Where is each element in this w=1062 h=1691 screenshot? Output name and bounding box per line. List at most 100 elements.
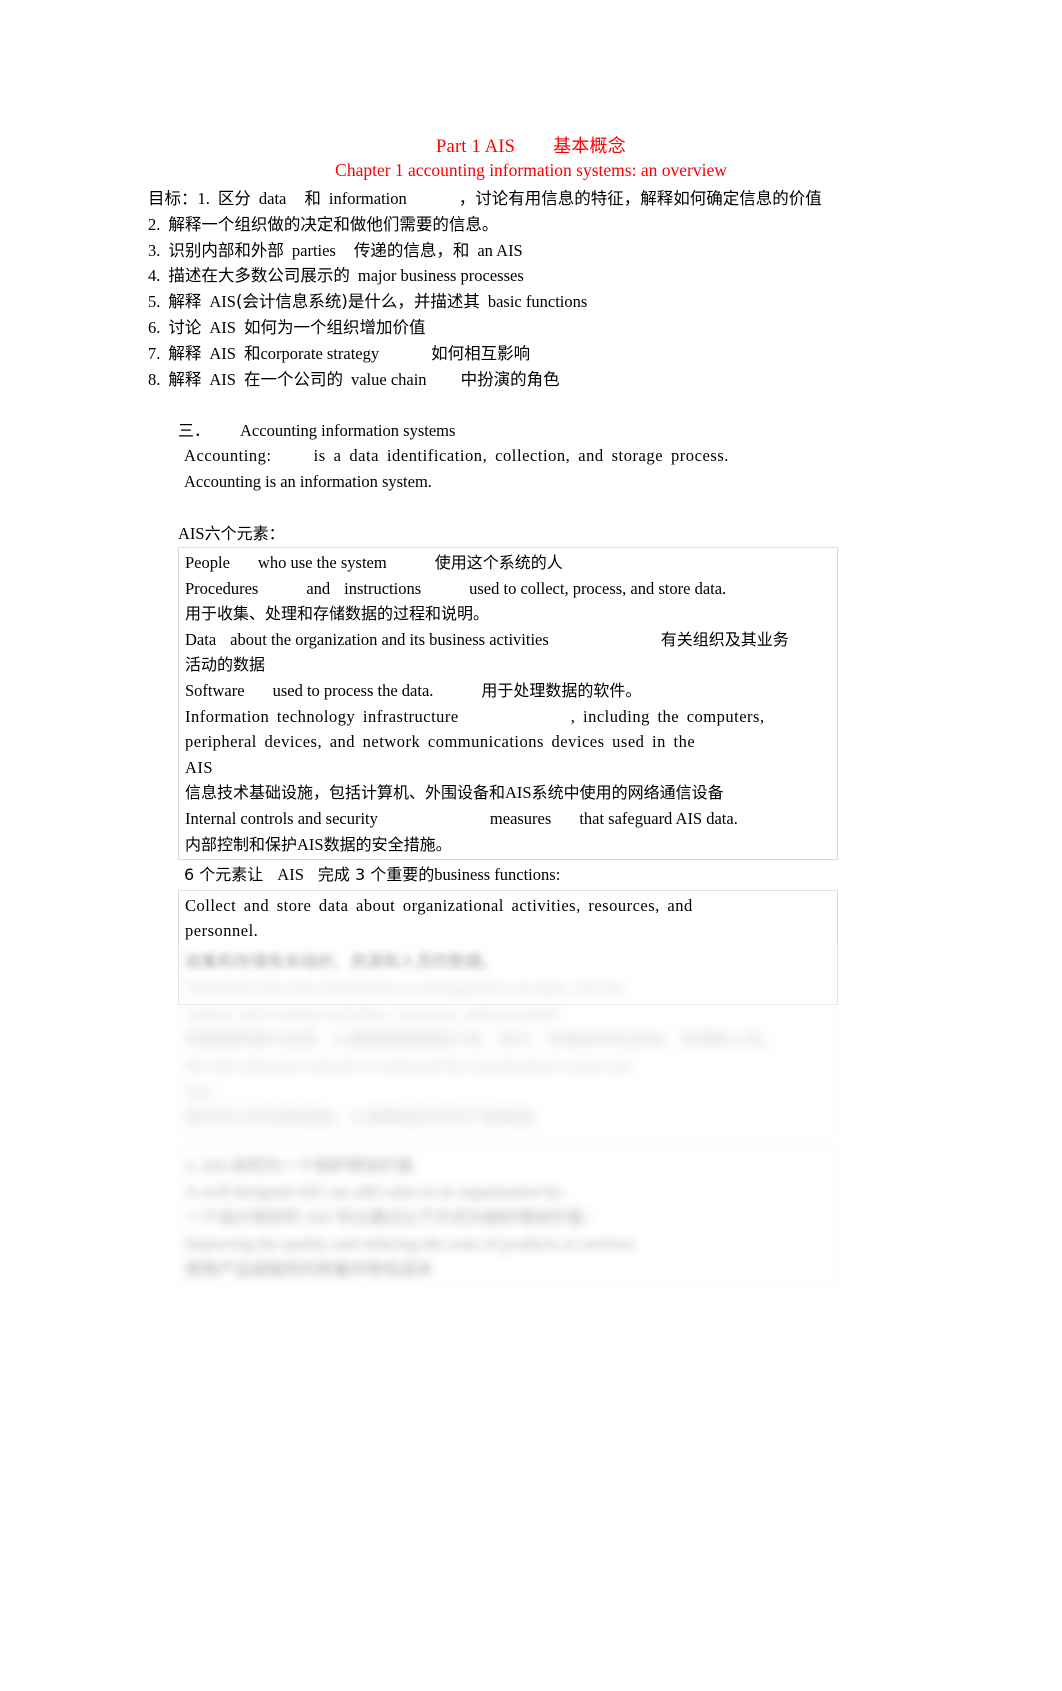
ais-it-zh-a: 信息技术基础设施，包括计算机、外围设备和 <box>185 783 506 803</box>
bf-item-1-line-1: Collect and store data about organizatio… <box>185 895 693 915</box>
ais-element-software: Software used to process the data. 用于处理数据的… <box>185 678 837 704</box>
ais-procedures-zh: 用于收集、处理和存储数据的过程和说明。 <box>185 604 490 624</box>
objective-text-en-b: basic functions <box>487 292 588 312</box>
objective-text-zh-b: 传递的信息，和 <box>353 240 470 260</box>
ais-term-it-infrastructure: Information technology infrastructure <box>185 706 459 726</box>
bf-lead-zh-a: 6 个元素让 <box>184 865 264 885</box>
obscured-block-1: 收集和存储有关组织、资源和人员的数据。 Transform data into … <box>178 944 838 1136</box>
objective-number: 6. <box>148 317 161 337</box>
obscured-line: control, and evaluate activities, resour… <box>185 1004 562 1023</box>
objective-text-en-b: value chain <box>350 369 427 389</box>
ais-procedures-en-a: and <box>306 578 331 598</box>
objective-item-6: 6. 讨论 AIS 如何为一个组织增加价值 <box>148 315 908 341</box>
obscured-line: Provide adequate controls to safeguard t… <box>185 1056 633 1075</box>
ais-it-zh-c: 系统中使用的网络通信设备 <box>531 783 724 803</box>
objective-item-3: 3. 识别内部和外部 parties 传递的信息，和 an AIS <box>148 238 908 264</box>
chapter-subtitle: Chapter 1 accounting information systems… <box>335 160 727 180</box>
ais-internal-zh-line: 内部控制和保护AIS数据的安全措施。 <box>185 832 837 858</box>
ais-element-people: People who use the system 使用这个系统的人 <box>185 550 837 576</box>
objective-number: 2. <box>148 214 161 234</box>
objective-text-zh-a: 解释 <box>168 343 202 363</box>
ais-data-zh-b: 活动的数据 <box>185 655 266 675</box>
ais-term-internal-controls: Internal controls and security <box>185 808 378 828</box>
ais-procedures-en-b: instructions <box>344 578 422 598</box>
objective-number: 7. <box>148 343 161 363</box>
section-accounting-information-systems: 三． Accounting information systems Account… <box>178 418 938 494</box>
obscured-line: 将数据转换为信息，以便管理层能够计划、执行、控制和评估活动、资源和人员。 <box>185 1030 779 1049</box>
ais-internal-zh-a: 内部控制和保护 <box>185 834 298 854</box>
ais-term-people: People <box>185 553 230 572</box>
ais-element-procedures: Procedures and instructions used to collect… <box>185 576 837 602</box>
objective-number: 1. <box>197 189 210 208</box>
accounting-definition-line: Accounting: is a data identification, col… <box>184 443 938 469</box>
ais-software-en: used to process the data. <box>272 680 434 700</box>
obscured-block-2: 2. AIS 如何为一个组织增加价值 A well-designed AIS c… <box>178 1148 838 1288</box>
ais-it-zh-line: 信息技术基础设施，包括计算机、外围设备和AIS系统中使用的网络通信设备 <box>185 780 837 806</box>
ais-element-it-infrastructure: Information technology infrastructure , i… <box>185 704 837 730</box>
ais-internal-zh-b: AIS <box>297 834 324 854</box>
ais-people-en: who use the system <box>257 553 387 572</box>
section-title: Accounting information systems <box>240 421 456 440</box>
ais-element-data: Data about the organization and its busin… <box>185 627 837 653</box>
objective-item-5: 5. 解释 AIS(会计信息系统)是什么，并描述其 basic functions <box>148 289 908 315</box>
objective-text-zh-a: 区分 <box>217 189 251 208</box>
ais-elements-heading: AIS六个元素： <box>178 522 838 546</box>
objective-text-en-b: information <box>328 189 407 208</box>
objective-text-zh-b: 和 <box>243 343 261 363</box>
objective-text-en-b: an AIS <box>477 240 523 260</box>
ais-elements-block: AIS六个元素： People who use the system 使用这个系统的… <box>178 522 838 1005</box>
objective-number: 4. <box>148 266 161 286</box>
obscured-line: 提供充分的控制措施，以保障组织的资产和数据。 <box>185 1108 548 1127</box>
ais-data-zh-a: 有关组织及其业务 <box>660 629 789 649</box>
obscured-line: 一个设计良好的 AIS 可以通过以下方式为组织增加价值： <box>185 1208 600 1227</box>
obscured-line: 收集和存储有关组织、资源和人员的数据。 <box>185 952 499 971</box>
ais-it-en-cont-1: , including the computers, <box>570 706 765 726</box>
objective-text-en-a: parties <box>291 240 336 260</box>
objective-number: 8. <box>148 369 161 389</box>
objective-text-zh-c: 如何相互影响 <box>431 343 531 363</box>
objective-number: 5. <box>148 292 161 312</box>
obscured-line: Transform data into information so manag… <box>185 978 628 997</box>
business-functions-lead: 6 个元素让 AIS 完成 3 个重要的business functions: <box>178 862 838 888</box>
ais-it-en-cont-3: AIS <box>185 757 214 777</box>
ais-element-internal-controls: Internal controls and security measures th… <box>185 806 837 832</box>
objective-item-2: 2. 解释一个组织做的决定和做他们需要的信息。 <box>148 212 908 238</box>
ais-internal-zh-c: 数据的安全措施。 <box>323 834 452 854</box>
objective-number: 3. <box>148 240 161 260</box>
objectives-lead-label: 目标： <box>148 189 198 208</box>
objective-text-zh-b: 如何为一个组织增加价值 <box>243 317 426 337</box>
objectives-list: 目标：1. 区分 data 和 information ，讨论有用信息的特征，解释如何确定… <box>148 186 908 392</box>
objective-text-en-a: AIS <box>209 317 236 337</box>
ais-internal-en-a: measures <box>489 808 552 828</box>
objective-text-zh-a: 识别内部和外部 <box>168 240 284 260</box>
objective-item-7: 7. 解释 AIS 和corporate strategy 如何相互影响 <box>148 341 908 367</box>
objective-text-zh-b: (会计信息系统)是什么，并描述其 <box>235 292 480 312</box>
ais-software-zh: 用于处理数据的软件。 <box>481 680 642 700</box>
obscured-line: A well-designed AIS can add value to an … <box>185 1182 566 1201</box>
objective-text-zh-b: 在一个公司的 <box>243 369 343 389</box>
ais-internal-en-b: that safeguard AIS data. <box>579 808 738 828</box>
ais-elements-box: People who use the system 使用这个系统的人 Procedu… <box>178 547 838 861</box>
objective-text-zh-a: 讨论 <box>168 317 202 337</box>
obscured-line: Improving the quality and reducing the c… <box>185 1234 635 1253</box>
objective-text-en-a: data <box>258 189 287 208</box>
objective-text-zh-c: 中扮演的角色 <box>460 369 560 389</box>
obscured-line: 2. AIS 如何为一个组织增加价值 <box>185 1156 413 1175</box>
bf-lead-en-b: business functions: <box>434 865 561 885</box>
objective-text-zh: 解释一个组织做的决定和做他们需要的信息。 <box>168 214 499 234</box>
objective-text-en-a: AIS <box>209 292 236 312</box>
objective-text-en-a: AIS <box>209 343 236 363</box>
objective-item-8: 8. 解释 AIS 在一个公司的 value chain 中扮演的角色 <box>148 367 908 393</box>
section-heading: 三． Accounting information systems <box>178 418 938 443</box>
objective-text-en-b: corporate strategy <box>260 343 380 363</box>
objective-text-zh-c: ，讨论有用信息的特征，解释如何确定信息的价值 <box>458 189 822 208</box>
bf-lead-zh-b: 完成 3 个重要的 <box>317 865 435 885</box>
objective-text-zh-a: 解释 <box>168 292 202 312</box>
document-page: Part 1 AIS 基本概念 Chapter 1 accounting info… <box>0 0 1062 1691</box>
ais-heading-en: AIS <box>178 524 205 543</box>
obscured-line: data. <box>185 1082 217 1101</box>
ais-it-en-cont-2: peripheral devices, and network communic… <box>185 732 696 752</box>
accounting-label: Accounting: <box>184 446 272 465</box>
ais-term-data: Data <box>185 629 217 649</box>
objective-text-zh-a: 描述在大多数公司展示的 <box>168 266 350 286</box>
